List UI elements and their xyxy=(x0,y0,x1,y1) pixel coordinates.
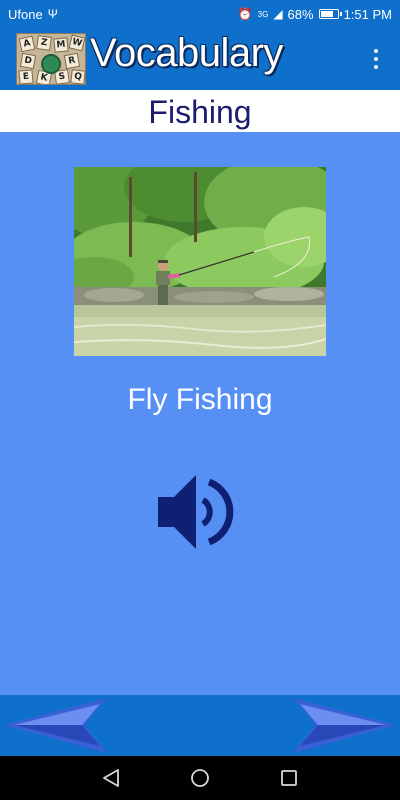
left-arrow-icon[interactable] xyxy=(2,695,112,756)
speaker-icon[interactable] xyxy=(155,470,245,554)
system-navigation-bar xyxy=(0,756,400,800)
app-title: Vocabulary xyxy=(90,31,283,75)
status-right: ⏰ 3G ◢ 68% 1:51 PM xyxy=(238,7,392,22)
navigation-bar xyxy=(0,695,400,756)
category-title: Fishing xyxy=(0,90,400,132)
usb-icon: Ψ xyxy=(47,7,58,21)
signal-icon: ◢ xyxy=(273,7,283,21)
status-left: Ufone Ψ xyxy=(8,7,58,22)
alarm-icon: ⏰ xyxy=(237,7,253,21)
status-bar: Ufone Ψ ⏰ 3G ◢ 68% 1:51 PM xyxy=(0,0,400,28)
clock: 1:51 PM xyxy=(343,6,392,22)
battery-percent: 68% xyxy=(287,6,314,22)
home-icon[interactable] xyxy=(189,768,211,788)
letter-tiles-logo: A Z M W D R E K S Q xyxy=(16,33,86,85)
carrier-name: Ufone xyxy=(8,6,43,22)
right-arrow-icon[interactable] xyxy=(288,695,398,756)
battery-icon xyxy=(318,9,342,19)
network-badge: 3G xyxy=(257,9,269,19)
fly-fishing-photo xyxy=(74,167,326,356)
mascot-face-icon xyxy=(41,54,61,74)
app-screen: Ufone Ψ ⏰ 3G ◢ 68% 1:51 PM A Z M W D R E… xyxy=(0,0,400,800)
app-bar: A Z M W D R E K S Q Vocabulary xyxy=(0,28,400,90)
recents-icon[interactable] xyxy=(278,768,300,788)
vocabulary-word: Fly Fishing xyxy=(127,383,273,416)
back-icon[interactable] xyxy=(100,768,122,788)
overflow-menu-icon[interactable] xyxy=(366,47,386,71)
